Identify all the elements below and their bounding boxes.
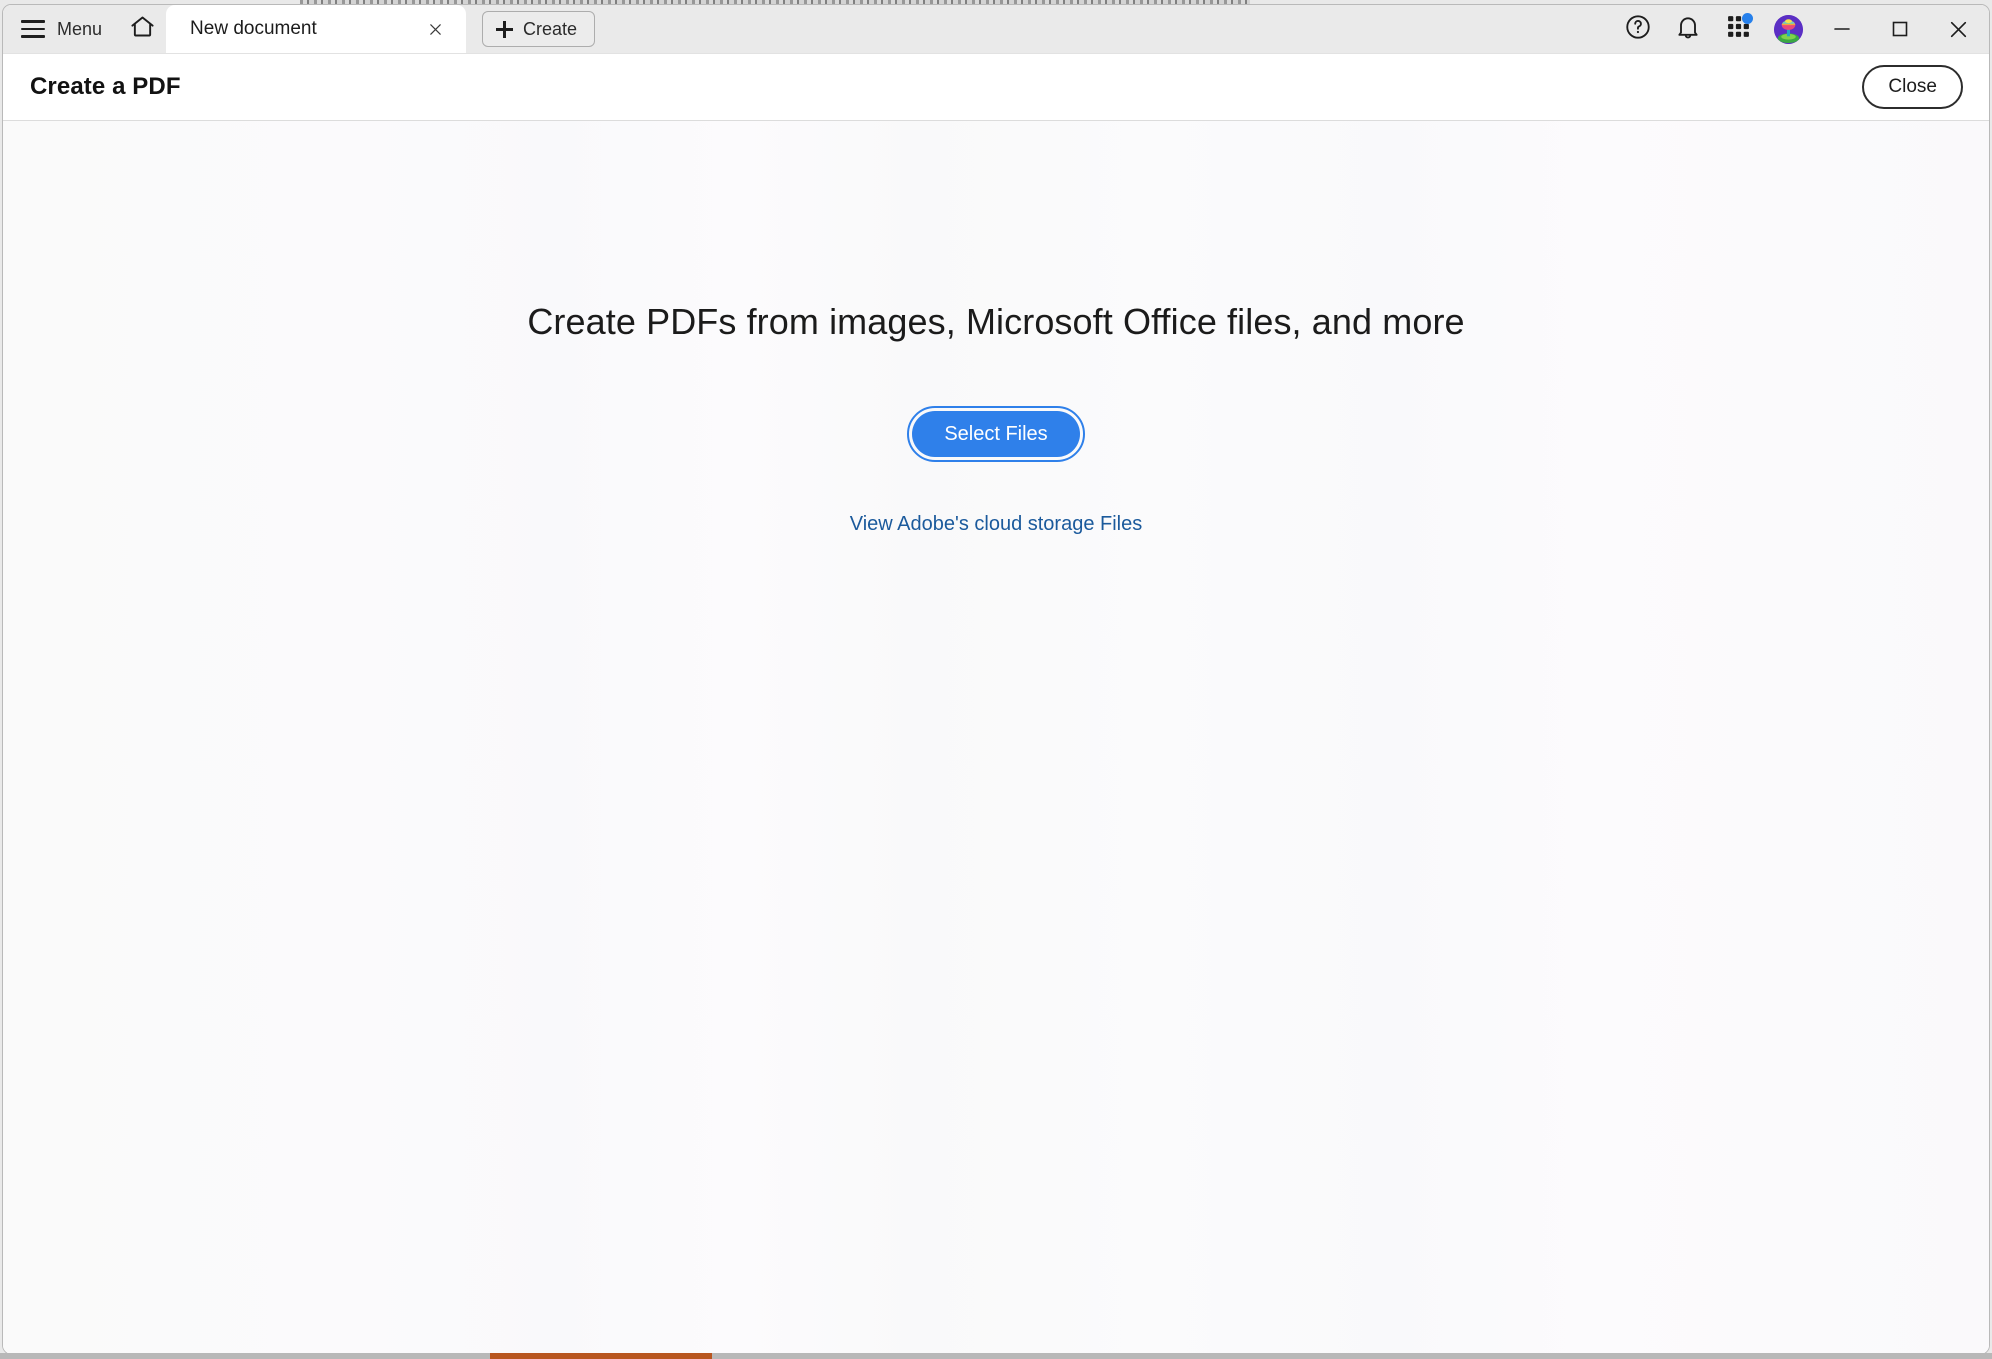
app-header: Create a PDF Close [3,54,1989,121]
close-window-button[interactable] [1929,5,1987,54]
tab-label: New document [190,18,317,39]
tab-close-icon[interactable] [418,12,452,46]
home-icon [129,13,156,45]
plus-icon [496,20,514,38]
application-window: Menu New document Create Create a PDF Cl… [2,4,1990,1355]
hamburger-icon [21,20,45,38]
close-button[interactable]: Close [1862,65,1963,109]
select-files-button[interactable]: Select Files [907,406,1086,462]
select-files-wrapper: Select Files [907,406,1086,462]
maximize-button[interactable] [1871,5,1929,54]
main-content: Create PDFs from images, Microsoft Offic… [3,121,1989,1354]
home-button[interactable] [118,5,166,53]
screen: Menu New document Create Create a PDF Cl… [0,0,1992,1359]
taskbar-bleed [0,1353,1992,1359]
menu-button[interactable]: Menu [3,5,118,53]
minimize-button[interactable] [1813,5,1871,54]
page-title: Create a PDF [30,73,181,100]
create-button[interactable]: Create [482,11,596,47]
cloud-storage-link[interactable]: View Adobe's cloud storage Files [850,513,1143,536]
help-button[interactable] [1613,5,1663,53]
tab-strip-spacer [595,5,1613,53]
app-grid-button[interactable] [1713,5,1763,53]
app-grid-notification-badge [1742,13,1753,24]
notifications-bell-icon [1674,13,1702,46]
avatar [1773,14,1803,44]
create-button-label: Create [523,18,578,39]
system-icon-group [1613,5,1989,53]
menu-button-label: Menu [57,18,103,39]
taskbar-active-item-indicator [490,1353,712,1359]
headline-text: Create PDFs from images, Microsoft Offic… [527,301,1465,342]
tab-new-document[interactable]: New document [166,5,467,53]
help-icon [1624,13,1652,46]
notifications-button[interactable] [1663,5,1713,53]
user-avatar-button[interactable] [1763,5,1813,53]
tab-strip: Menu New document Create [3,5,1989,54]
